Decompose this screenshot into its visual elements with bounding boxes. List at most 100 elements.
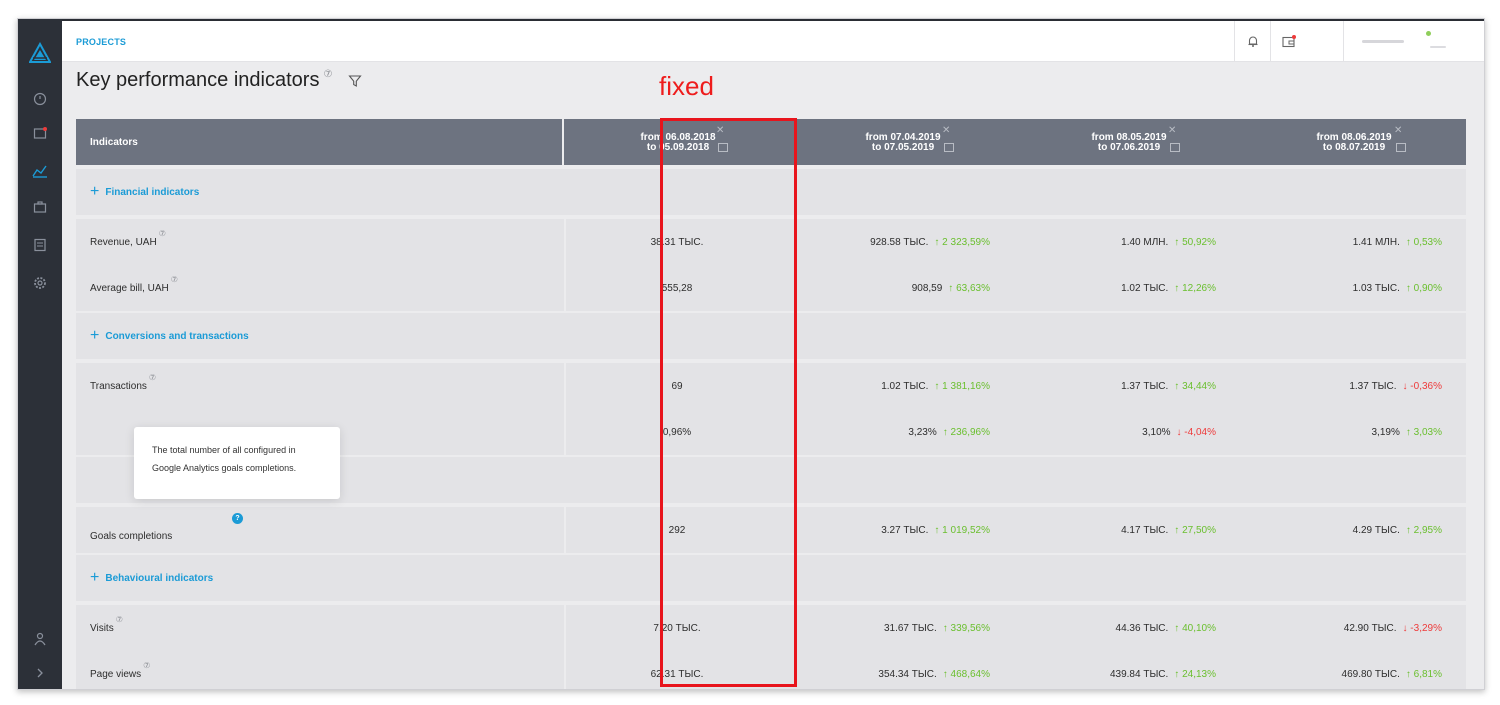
period-3-value: 4.29 ТЫС. ↑ 2,95%	[1352, 524, 1442, 536]
period-2-value: 4.17 ТЫС. ↑ 27,50%	[1121, 524, 1216, 536]
section-behavioural-label[interactable]: + Behavioural indicators	[90, 555, 213, 601]
change-up: ↑ 339,56%	[942, 622, 990, 634]
row-label: Transactions ⑦	[90, 372, 157, 392]
table-row-revenue: Revenue, UAH ⑦ 38.31 ТЫС. 928.58 ТЫС. ↑ 2 …	[76, 219, 1466, 265]
section-conversions[interactable]: + Conversions and transactions	[76, 313, 1466, 359]
period-1-value: 3.27 ТЫС. ↑ 1 019,52%	[881, 524, 990, 536]
expand-plus-icon[interactable]: +	[90, 327, 99, 345]
period-3-to: to 08.07.2019	[1322, 142, 1386, 153]
period-2-value: 44.36 ТЫС. ↑ 40,10%	[1115, 622, 1216, 634]
row-label: Goals completions	[90, 530, 173, 542]
period-3-value: 469.80 ТЫС. ↑ 6,81%	[1341, 668, 1442, 680]
change-up: ↑ 468,64%	[942, 668, 990, 680]
briefcase-icon[interactable]	[18, 195, 62, 219]
change-down: ↓ -4,04%	[1176, 426, 1216, 438]
change-up: ↑ 63,63%	[948, 282, 990, 294]
help-icon[interactable]: ⑦	[149, 373, 156, 382]
period-1-value: 908,59 ↑ 63,63%	[911, 282, 990, 294]
remove-period-icon[interactable]: ✕	[1168, 126, 1176, 136]
period-0-to: to 05.09.2018	[646, 142, 710, 153]
users-icon[interactable]	[18, 627, 62, 651]
base-value: 7.20 ТЫС.	[653, 622, 701, 634]
base-value: 62.31 ТЫС.	[650, 668, 704, 680]
period-1-value: 1.02 ТЫС. ↑ 1 381,16%	[881, 380, 990, 392]
calendar-icon[interactable]	[1396, 143, 1406, 152]
user-menu[interactable]	[1343, 21, 1484, 61]
bell-icon	[1248, 36, 1258, 47]
period-1-value: 31.67 ТЫС. ↑ 339,56%	[883, 622, 990, 634]
calendar-icon[interactable]	[944, 143, 954, 152]
section-behavioural[interactable]: + Behavioural indicators	[76, 555, 1466, 601]
settings-icon[interactable]	[18, 271, 62, 295]
expand-plus-icon[interactable]: +	[90, 569, 99, 587]
logo-icon[interactable]	[18, 41, 62, 65]
app-window: PROJECTS Key performance indicators ⑦ fix…	[17, 18, 1485, 690]
period-2-to: to 07.06.2019	[1097, 142, 1161, 153]
period-2-value: 3,10% ↓ -4,04%	[1142, 426, 1216, 438]
filter-icon[interactable]	[348, 74, 362, 93]
section-financial-label[interactable]: + Financial indicators	[90, 169, 199, 215]
indicators-header: Indicators	[76, 119, 564, 165]
period-header-2[interactable]: from 08.05.2019 to 07.06.2019 ✕	[1016, 119, 1242, 165]
base-value: 292	[668, 524, 686, 536]
calculator-icon[interactable]	[18, 233, 62, 257]
tooltip-line-1: The total number of all configured in	[152, 445, 296, 455]
period-header-0[interactable]: from 06.08.2018 to 05.09.2018 ✕	[566, 119, 790, 165]
table-row-transactions: Transactions ⑦ 69 1.02 ТЫС. ↑ 1 381,16% 1.…	[76, 363, 1466, 409]
sidebar	[18, 19, 62, 689]
period-header-3[interactable]: from 08.06.2019 to 08.07.2019 ✕	[1242, 119, 1466, 165]
period-3-value: 1.41 МЛН. ↑ 0,53%	[1352, 236, 1442, 248]
period-2-value: 1.37 ТЫС. ↑ 34,44%	[1121, 380, 1216, 392]
base-value: 0,96%	[662, 426, 692, 438]
period-3-value: 1.37 ТЫС. ↓ -0,36%	[1349, 380, 1442, 392]
change-up: ↑ 236,96%	[942, 426, 990, 438]
section-conversions-label[interactable]: + Conversions and transactions	[90, 313, 249, 359]
breadcrumb-projects[interactable]: PROJECTS	[76, 37, 126, 47]
help-icon[interactable]: ⑦	[116, 615, 123, 624]
remove-period-icon[interactable]: ✕	[716, 126, 724, 136]
user-role-placeholder	[1430, 46, 1446, 48]
table-row-page-views: Page views ⑦ 62.31 ТЫС. 354.34 ТЫС. ↑ 468,…	[76, 651, 1466, 689]
row-label: Visits ⑦	[90, 614, 123, 634]
row-label: Revenue, UAH ⑦	[90, 228, 166, 248]
period-1-to: to 07.05.2019	[871, 142, 935, 153]
remove-period-icon[interactable]: ✕	[1394, 126, 1402, 136]
chart-icon[interactable]	[18, 159, 62, 183]
section-financial[interactable]: + Financial indicators	[76, 169, 1466, 215]
expand-icon[interactable]	[18, 661, 62, 685]
info-badge-icon[interactable]: ?	[232, 513, 243, 524]
change-up: ↑ 1 019,52%	[934, 524, 990, 536]
notifications-button[interactable]	[1234, 21, 1271, 61]
period-header-1[interactable]: from 07.04.2019 to 07.05.2019 ✕	[790, 119, 1016, 165]
change-down: ↓ -0,36%	[1402, 380, 1442, 392]
change-up: ↑ 40,10%	[1174, 622, 1216, 634]
change-up: ↑ 34,44%	[1174, 380, 1216, 392]
change-up: ↑ 0,53%	[1405, 236, 1442, 248]
base-value: 69	[671, 380, 683, 392]
page-title: Key performance indicators ⑦	[76, 69, 332, 92]
wallet-button[interactable]	[1270, 21, 1307, 61]
expand-plus-icon[interactable]: +	[90, 183, 99, 201]
wallet-icon[interactable]	[18, 121, 62, 145]
help-icon[interactable]: ⑦	[143, 661, 150, 670]
remove-period-icon[interactable]: ✕	[942, 126, 950, 136]
fixed-annotation-label: fixed	[659, 71, 714, 101]
calendar-icon[interactable]	[1170, 143, 1180, 152]
period-2-value: 1.02 ТЫС. ↑ 12,26%	[1121, 282, 1216, 294]
period-3-value: 1.03 ТЫС. ↑ 0,90%	[1352, 282, 1442, 294]
goals-tooltip: The total number of all configured in Go…	[134, 427, 340, 499]
base-value: 555,28	[661, 282, 693, 294]
help-icon[interactable]: ⑦	[323, 69, 332, 80]
calendar-icon[interactable]	[718, 143, 728, 152]
change-up: ↑ 0,90%	[1405, 282, 1442, 294]
change-up: ↑ 27,50%	[1174, 524, 1216, 536]
period-1-value: 3,23% ↑ 236,96%	[908, 426, 990, 438]
period-2-value: 439.84 ТЫС. ↑ 24,13%	[1109, 668, 1216, 680]
period-3-value: 42.90 ТЫС. ↓ -3,29%	[1343, 622, 1442, 634]
row-label: Average bill, UAH ⑦	[90, 274, 178, 294]
help-icon[interactable]: ⑦	[159, 229, 166, 238]
main-content: PROJECTS Key performance indicators ⑦ fix…	[62, 19, 1484, 689]
dashboard-icon[interactable]	[18, 87, 62, 111]
help-icon[interactable]: ⑦	[171, 275, 178, 284]
change-up: ↑ 6,81%	[1405, 668, 1442, 680]
